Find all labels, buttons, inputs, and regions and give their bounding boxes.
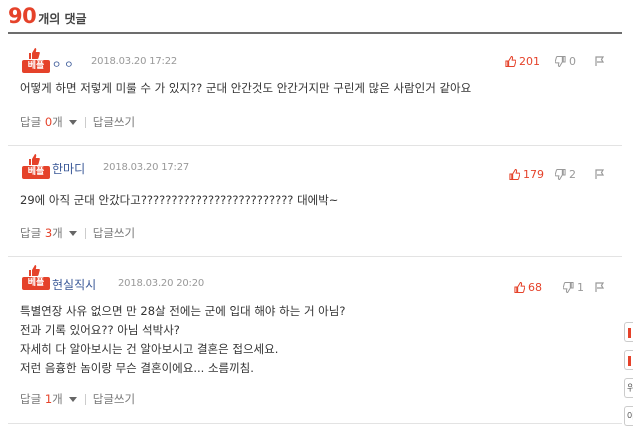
reply-toggle[interactable]: 답글 1개 — [20, 391, 63, 407]
side-floating-button[interactable] — [624, 350, 633, 370]
like-count: 201 — [519, 55, 540, 68]
header-divider — [8, 32, 622, 34]
comment-author[interactable]: 현실직시 — [52, 276, 96, 293]
comment-body: 특별연장 사유 없으면 만 28살 전에는 군에 입대 해야 하는 거 아님? … — [20, 302, 345, 378]
best-comment-badge: 베플 — [22, 154, 50, 179]
like-button[interactable]: 179 — [509, 168, 544, 181]
comment-actions: 답글 0개 답글쓰기 — [20, 114, 135, 130]
comment-author[interactable]: 한마디 — [52, 160, 85, 177]
comment-line: 저런 음흉한 놈이랑 무슨 결혼이에요... 소름끼침. — [20, 361, 254, 375]
write-reply-button[interactable]: 답글쓰기 — [93, 114, 135, 130]
comment-divider — [8, 423, 622, 424]
thumbs-down-icon — [555, 56, 566, 67]
comment-author[interactable]: ㅇㅇ — [52, 56, 76, 71]
report-flag-icon[interactable] — [595, 56, 605, 67]
thumbs-up-icon — [29, 265, 40, 276]
comment-count: 90 — [8, 4, 37, 28]
comment-line: 어떻게 하면 저렇게 미룰 수 가 있지?? 군대 안간것도 안간거지만 구린게… — [20, 81, 472, 95]
dislike-count: 0 — [569, 55, 576, 68]
side-button-marker — [628, 356, 631, 366]
comment-line: 전과 기록 있어요?? 아님 석박사? — [20, 323, 180, 337]
comment-actions: 답글 1개 답글쓰기 — [20, 391, 135, 407]
comment-line: 자세히 다 알아보시는 건 알아보시고 결혼은 접으세요. — [20, 342, 279, 356]
comment-count-suffix: 개의 댓글 — [38, 12, 87, 26]
comment-count-header: 90 개의 댓글 — [8, 4, 87, 30]
comment-item: 베플 ㅇㅇ 2018.03.20 17:22 201 0 어떻게 하면 저렇게 … — [8, 40, 622, 142]
action-divider — [84, 227, 86, 239]
side-button-label: 아 — [627, 412, 633, 422]
action-divider — [84, 116, 86, 128]
thumbs-up-icon — [509, 169, 520, 180]
comment-date: 2018.03.20 17:27 — [103, 162, 190, 173]
scroll-bottom-button[interactable]: 아 — [624, 406, 633, 426]
write-reply-button[interactable]: 답글쓰기 — [93, 391, 135, 407]
dislike-button[interactable]: 0 — [555, 55, 576, 68]
comment-body: 어떻게 하면 저렇게 미룰 수 가 있지?? 군대 안간것도 안간거지만 구린게… — [20, 79, 471, 98]
action-divider — [84, 393, 86, 405]
best-label: 베플 — [22, 166, 50, 179]
dislike-button[interactable]: 2 — [555, 168, 576, 181]
dislike-button[interactable]: 1 — [563, 281, 584, 294]
comment-line: 특별연장 사유 없으면 만 28살 전에는 군에 입대 해야 하는 거 아님? — [20, 304, 346, 318]
comment-date: 2018.03.20 20:20 — [118, 278, 205, 289]
thumbs-down-icon — [563, 282, 574, 293]
thumbs-down-icon — [555, 169, 566, 180]
like-button[interactable]: 68 — [514, 281, 542, 294]
dislike-count: 1 — [577, 281, 584, 294]
best-label: 베플 — [22, 60, 50, 73]
side-button-label: 위 — [627, 384, 633, 394]
comment-line: 29에 아직 군대 안갔다고????????????????????????? … — [20, 193, 339, 207]
like-count: 179 — [523, 168, 544, 181]
thumbs-up-icon — [29, 48, 40, 59]
reply-toggle[interactable]: 답글 0개 — [20, 114, 63, 130]
best-comment-badge: 베플 — [22, 265, 50, 290]
write-reply-button[interactable]: 답글쓰기 — [93, 225, 135, 241]
comment-item: 베플 한마디 2018.03.20 17:27 179 2 29에 아직 군대 … — [8, 146, 622, 258]
chevron-down-icon[interactable] — [68, 396, 77, 402]
like-count: 68 — [528, 281, 542, 294]
best-label: 베플 — [22, 277, 50, 290]
report-flag-icon[interactable] — [595, 282, 605, 293]
side-button-marker — [628, 328, 631, 338]
comment-date: 2018.03.20 17:22 — [91, 56, 178, 67]
comment-actions: 답글 3개 답글쓰기 — [20, 225, 135, 241]
best-comment-badge: 베플 — [22, 48, 50, 73]
comment-item: 베플 현실직시 2018.03.20 20:20 68 1 특별연장 사유 없으… — [8, 257, 622, 429]
thumbs-up-icon — [29, 154, 40, 165]
reply-toggle[interactable]: 답글 3개 — [20, 225, 63, 241]
thumbs-up-icon — [514, 282, 525, 293]
scroll-top-button[interactable]: 위 — [624, 378, 633, 398]
side-floating-button[interactable] — [624, 322, 633, 342]
chevron-down-icon[interactable] — [68, 230, 77, 236]
chevron-down-icon[interactable] — [68, 119, 77, 125]
comment-body: 29에 아직 군대 안갔다고????????????????????????? … — [20, 191, 338, 210]
like-button[interactable]: 201 — [505, 55, 540, 68]
dislike-count: 2 — [569, 168, 576, 181]
report-flag-icon[interactable] — [595, 169, 605, 180]
thumbs-up-icon — [505, 56, 516, 67]
